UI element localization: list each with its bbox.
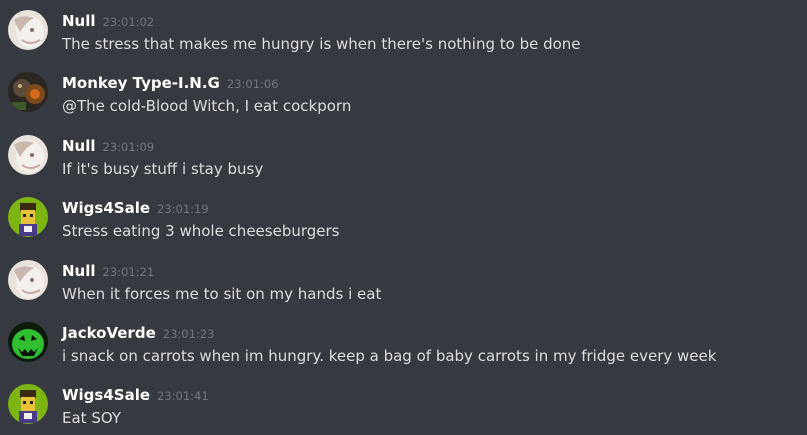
message: Null 23:01:21 When it forces me to sit on… bbox=[0, 260, 807, 320]
timestamp: 23:01:19 bbox=[157, 202, 209, 216]
author-name[interactable]: Null bbox=[62, 12, 96, 30]
chat-messages: Null 23:01:02 The stress that makes me hu… bbox=[0, 0, 807, 435]
timestamp: 23:01:09 bbox=[102, 140, 155, 154]
null-avatar-icon[interactable] bbox=[8, 10, 48, 50]
message: Null 23:01:09 If it's busy stuff i stay b… bbox=[0, 135, 807, 195]
jack-o-lantern-avatar-icon[interactable] bbox=[8, 322, 48, 362]
author-name[interactable]: Null bbox=[62, 262, 96, 280]
message-text: Stress eating 3 whole cheeseburgers bbox=[62, 222, 340, 240]
message-text: @The cold-Blood Witch, I eat cockporn bbox=[62, 97, 352, 115]
message-text: If it's busy stuff i stay busy bbox=[62, 160, 264, 178]
author-name[interactable]: JackoVerde bbox=[62, 324, 156, 342]
timestamp: 23:01:23 bbox=[162, 327, 215, 341]
message: Monkey Type-I.N.G 23:01:06 @The cold-Bloo… bbox=[0, 72, 807, 132]
author-name[interactable]: Wigs4Sale bbox=[62, 199, 150, 217]
timestamp: 23:01:06 bbox=[226, 77, 279, 91]
message-text: The stress that makes me hungry is when … bbox=[62, 35, 581, 53]
null-avatar-icon[interactable] bbox=[8, 260, 48, 300]
message: Wigs4Sale 23:01:19 Stress eating 3 whole … bbox=[0, 197, 807, 257]
message: JackoVerde 23:01:23 i snack on carrots wh… bbox=[0, 322, 807, 382]
wigs-avatar-icon[interactable] bbox=[8, 384, 48, 424]
timestamp: 23:01:02 bbox=[102, 15, 155, 29]
message-text: When it forces me to sit on my hands i e… bbox=[62, 285, 382, 303]
message: Null 23:01:02 The stress that makes me hu… bbox=[0, 10, 807, 70]
author-name[interactable]: Wigs4Sale bbox=[62, 386, 150, 404]
wigs-avatar-icon[interactable] bbox=[8, 197, 48, 237]
null-avatar-icon[interactable] bbox=[8, 135, 48, 175]
monkey-avatar-icon[interactable] bbox=[8, 72, 48, 112]
message: Wigs4Sale 23:01:41 Eat SOY bbox=[0, 384, 807, 435]
author-name[interactable]: Null bbox=[62, 137, 96, 155]
message-text: Eat SOY bbox=[62, 409, 121, 427]
timestamp: 23:01:41 bbox=[157, 389, 209, 403]
message-text: i snack on carrots when im hungry. keep … bbox=[62, 347, 717, 365]
timestamp: 23:01:21 bbox=[102, 265, 155, 279]
author-name[interactable]: Monkey Type-I.N.G bbox=[62, 74, 220, 92]
